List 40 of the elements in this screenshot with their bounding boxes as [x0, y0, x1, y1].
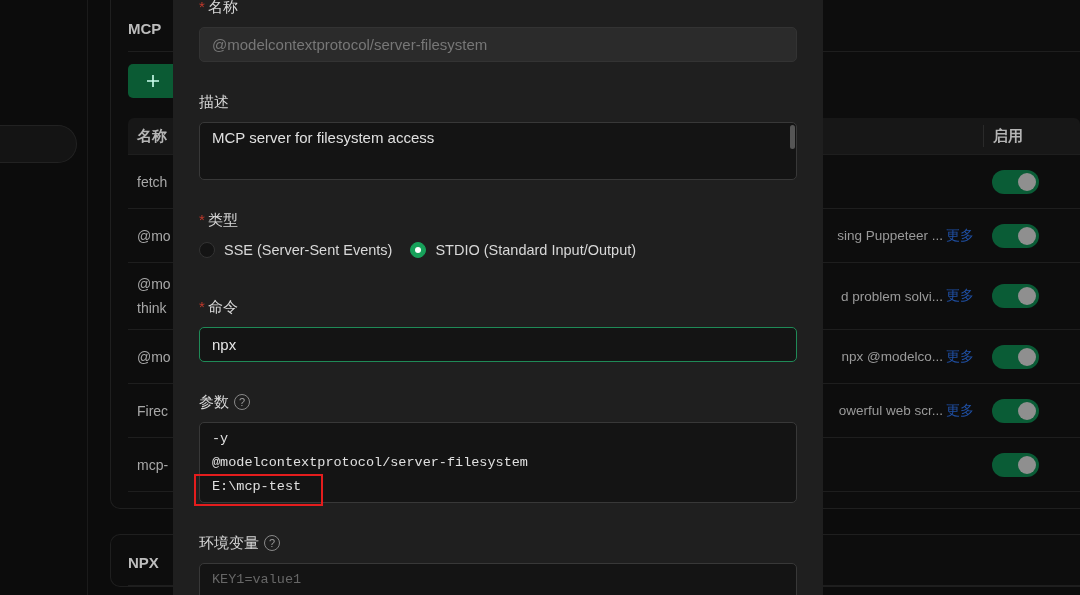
field-label: 命令: [207, 297, 238, 317]
field-label: 描述: [199, 92, 229, 112]
table-cell: owerful web scr...: [838, 403, 943, 418]
toggle-switch[interactable]: [992, 398, 1039, 423]
plus-icon: [146, 74, 160, 88]
toggle-switch[interactable]: [992, 223, 1039, 248]
table-cell: sing Puppeteer ...: [837, 228, 943, 243]
text-area[interactable]: MCP server for filesystem access: [199, 122, 797, 180]
field-label: 参数: [199, 392, 229, 412]
radio-button[interactable]: [199, 242, 215, 258]
table-cell-text: Firec: [137, 401, 170, 421]
table-cell-text: fetch: [137, 172, 169, 192]
field-label: 环境变量: [199, 533, 259, 553]
card-title: MCP: [128, 20, 162, 37]
required-asterisk: *: [199, 0, 205, 17]
required-asterisk: *: [199, 210, 205, 230]
text-area[interactable]: KEY1=value1: [199, 563, 797, 595]
text-area[interactable]: -y @modelcontextprotocol/server-filesystem E:\mcp-test: [199, 422, 797, 503]
toggle-switch[interactable]: [992, 284, 1039, 308]
scrollbar-thumb[interactable]: [790, 125, 795, 149]
toggle-switch[interactable]: [992, 452, 1039, 477]
field-label: 类型: [207, 210, 238, 230]
card-title: NPX: [128, 554, 159, 571]
table-cell-text: mcp-: [137, 455, 170, 475]
radio-label: STDIO (Standard Input/Output): [435, 242, 637, 258]
required-asterisk: *: [199, 297, 205, 317]
radio-button[interactable]: [410, 242, 427, 258]
table-cell: d problem solvi...: [840, 288, 943, 304]
input-field[interactable]: npx: [199, 327, 797, 362]
field-label: 名称: [207, 0, 238, 17]
table-cell-text: @mo: [137, 226, 172, 246]
table-cell-text: @mo: [137, 275, 172, 294]
column-header: 名称: [137, 126, 167, 144]
table-cell-text: @mo: [137, 347, 172, 367]
toggle-switch[interactable]: [992, 169, 1039, 194]
table-cell-text: think: [137, 299, 168, 318]
column-header: 启用: [993, 126, 1023, 146]
toggle-switch[interactable]: [992, 344, 1039, 369]
table-cell: npx @modelco...: [841, 349, 943, 364]
radio-label: SSE (Server-Sent Events): [224, 242, 393, 258]
